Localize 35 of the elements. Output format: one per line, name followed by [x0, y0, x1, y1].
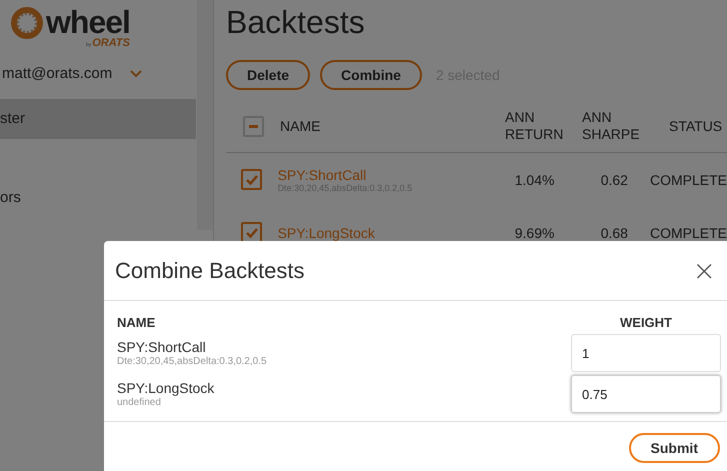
action-button[interactable]: Combine	[320, 60, 422, 90]
action-button[interactable]: Delete	[226, 60, 310, 90]
column-header: NAME	[117, 315, 156, 330]
column-header: STATUS	[668, 118, 722, 134]
page-title: Backtests	[226, 4, 366, 41]
weight-field[interactable]: 1	[571, 334, 721, 372]
column-header: ANN SHARPE	[581, 109, 641, 143]
row-checkbox[interactable]	[241, 169, 262, 190]
column-header: ANN RETURN	[504, 109, 564, 143]
logo-wordmark: wheel	[46, 6, 130, 38]
table-cell-text: 0.62	[600, 172, 628, 188]
submit-button[interactable]: Submit	[628, 433, 720, 463]
checkmark-icon	[244, 174, 259, 186]
dialog-title: Combine Backtests	[115, 258, 305, 284]
chevron-down-icon[interactable]	[130, 70, 142, 78]
sidebar-item[interactable]: ors	[0, 178, 196, 218]
backtest-params: Dte:30,20,45,absDelta:0.3,0.2,0.5	[117, 356, 267, 367]
table-cell-text: COMPLETE	[648, 172, 727, 188]
logo-ring-icon	[10, 6, 44, 40]
close-button[interactable]: ×	[690, 256, 718, 284]
table-cell-text: 9.69%	[514, 224, 554, 240]
select-all-checkbox[interactable]	[242, 116, 264, 136]
table-cell-text: COMPLETE	[648, 224, 727, 240]
column-header: NAME	[280, 118, 322, 134]
weight-field[interactable]: 0.75	[571, 375, 721, 413]
backtest-name: SPY:LongStock	[117, 380, 214, 396]
table-cell-text: 0.68	[600, 224, 628, 240]
sidebar-item[interactable]: ster	[0, 99, 196, 139]
backtest-params: undefined	[117, 397, 162, 408]
column-header: WEIGHT	[619, 315, 673, 330]
backtest-name: SPY:ShortCall	[117, 339, 207, 355]
table-cell-text: 1.04%	[514, 172, 554, 188]
logo-brand: ORATS	[92, 38, 130, 49]
user-email: matt@orats.com	[2, 65, 112, 82]
checkmark-icon	[244, 226, 259, 238]
